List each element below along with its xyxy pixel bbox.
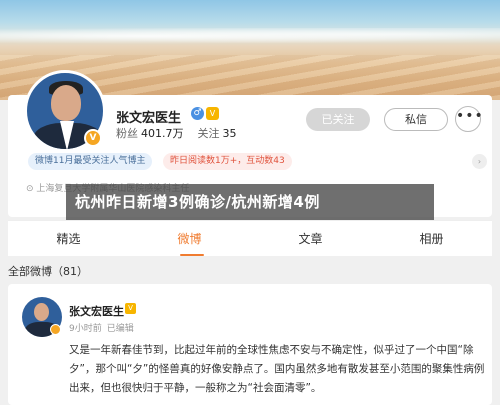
read-stats-tag[interactable]: 昨日阅读数1万+，互动数43 (163, 153, 292, 170)
profile-stats: 粉丝 401.7万 关注 35 (116, 125, 251, 141)
headline-overlay: 杭州昨日新增3例确诊/杭州新增4例 (66, 184, 434, 220)
profile-name: 张文宏医生 (116, 111, 182, 126)
chevron-right-icon[interactable]: › (472, 154, 487, 169)
fans-label: 粉丝 (116, 127, 138, 140)
post-edited: 已编辑 (106, 324, 134, 334)
following-label: 关注 (197, 127, 220, 140)
following-count[interactable]: 35 (223, 127, 237, 140)
post-meta: 9小时前 已编辑 (69, 321, 139, 334)
hot-blogger-tag[interactable]: 微博11月最受关注人气博主 (28, 153, 153, 170)
vip-icon: V (206, 107, 219, 120)
section-title: 全部微博（81） (8, 265, 88, 278)
post-author[interactable]: 张文宏医生 (69, 303, 124, 319)
post-time: 9小时前 (69, 324, 102, 334)
tab-weibo[interactable]: 微博 (129, 221, 250, 257)
active-tab-indicator (180, 254, 204, 256)
verified-badge-icon: V (84, 129, 102, 147)
more-options-button[interactable]: ••• (455, 106, 483, 132)
post-verified-badge-icon (50, 324, 61, 335)
tab-featured[interactable]: 精选 (8, 221, 129, 257)
message-button[interactable]: 私信 (384, 108, 448, 131)
weibo-profile-screen: V 张文宏医生 ♂ V 粉丝 401.7万 关注 35 已关注 私信 ••• 微博11… (0, 0, 500, 405)
male-icon: ♂ (191, 107, 204, 120)
fans-count[interactable]: 401.7万 (141, 127, 184, 140)
tab-albums[interactable]: 相册 (371, 221, 492, 257)
cover-wave (0, 28, 500, 44)
tab-articles[interactable]: 文章 (250, 221, 371, 257)
post-text: 又是一年新春佳节到，比起过年前的全球性焦虑不安与不确定性，似乎过了一个中国“除夕… (69, 344, 485, 394)
post-card: 张文宏医生 V 9小时前 已编辑 又是一年新春佳节到，比起过年前的全球性焦虑不安与… (8, 284, 492, 405)
followed-button[interactable]: 已关注 (306, 108, 370, 131)
post-vip-icon: V (125, 303, 136, 314)
location-pin-icon: ⊙ (26, 184, 37, 194)
profile-tabs: 精选 微博 文章 相册 (8, 220, 492, 256)
